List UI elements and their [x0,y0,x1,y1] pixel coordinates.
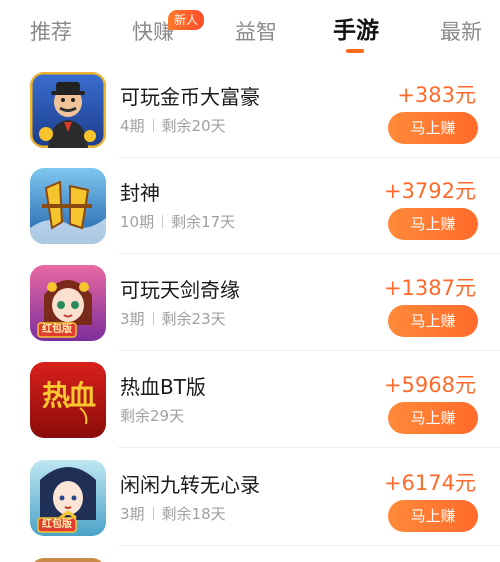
tianjian-game-icon[interactable]: 红包版 [30,265,106,341]
tab-latest[interactable]: 最新 [440,18,482,46]
game-meta: 4期 剩余20天 [120,116,226,136]
row-divider [118,253,500,254]
game-title: 闲闲九转无心录 [120,473,260,497]
period-count: 3期 [120,505,145,523]
tab-mobile-games[interactable]: 手游 [333,17,379,45]
days-remaining: 剩余18天 [161,505,226,523]
new-user-badge: 新人 [168,10,205,30]
icon-badge-text: 红包版 [42,519,72,530]
earn-now-button[interactable]: 马上赚 [388,208,478,240]
period-count: 10期 [120,213,155,231]
earn-now-button[interactable]: 马上赚 [388,112,478,144]
earn-now-button[interactable]: 马上赚 [388,402,478,434]
rexue-game-icon[interactable]: 热血 [30,362,106,438]
row-divider [118,447,500,448]
reward-amount: +6174元 [383,471,476,495]
active-tab-indicator [346,49,364,53]
meta-divider [152,312,154,325]
fengshen-game-icon[interactable] [30,168,106,244]
list-item[interactable]: 红包版 可玩天剑奇缘 3期 剩余23天 +1387元 马上赚 [0,255,500,351]
days-remaining: 剩余17天 [171,213,236,231]
game-title: 热血BT版 [120,375,206,399]
list-item[interactable]: 可玩金币大富豪 4期 剩余20天 +383元 马上赚 [0,62,500,158]
game-meta: 10期 剩余17天 [120,212,235,232]
game-meta: 3期 剩余23天 [120,309,226,329]
period-count: 3期 [120,310,145,328]
days-remaining: 剩余20天 [161,117,226,135]
meta-divider [162,215,164,228]
tab-puzzle[interactable]: 益智 [235,18,277,46]
list-item[interactable]: 热血 热血BT版 剩余29天 +5968元 马上赚 [0,352,500,448]
reward-amount: +5968元 [383,373,476,397]
category-tab-bar: 推荐 快赚 新人 益智 手游 最新 [0,0,500,62]
row-divider [118,545,500,546]
icon-badge-text: 红包版 [42,324,72,335]
reward-amount: +383元 [397,83,476,107]
days-remaining: 剩余23天 [161,310,226,328]
list-item[interactable]: 封神 10期 剩余17天 +3792元 马上赚 [0,158,500,254]
tycoon-game-icon[interactable] [30,72,106,148]
meta-divider [152,119,154,132]
game-title: 可玩天剑奇缘 [120,278,240,302]
row-divider [118,350,500,351]
earn-now-button[interactable]: 马上赚 [388,500,478,532]
next-game-icon[interactable] [30,558,106,562]
jiuzhuan-game-icon[interactable]: 红包版 [30,460,106,536]
list-item[interactable]: 红包版 闲闲九转无心录 3期 剩余18天 +6174元 马上赚 [0,450,500,546]
reward-amount: +1387元 [383,276,476,300]
days-remaining: 剩余29天 [120,407,185,425]
period-count: 4期 [120,117,145,135]
list-item[interactable] [0,548,500,562]
earn-now-button[interactable]: 马上赚 [388,305,478,337]
reward-amount: +3792元 [383,179,476,203]
game-title: 封神 [120,181,160,205]
tab-recommend[interactable]: 推荐 [30,18,72,46]
game-title: 可玩金币大富豪 [120,85,260,109]
game-meta: 剩余29天 [120,406,184,426]
game-meta: 3期 剩余18天 [120,504,226,524]
icon-badge-text: 热血 [41,379,96,412]
meta-divider [152,507,154,520]
